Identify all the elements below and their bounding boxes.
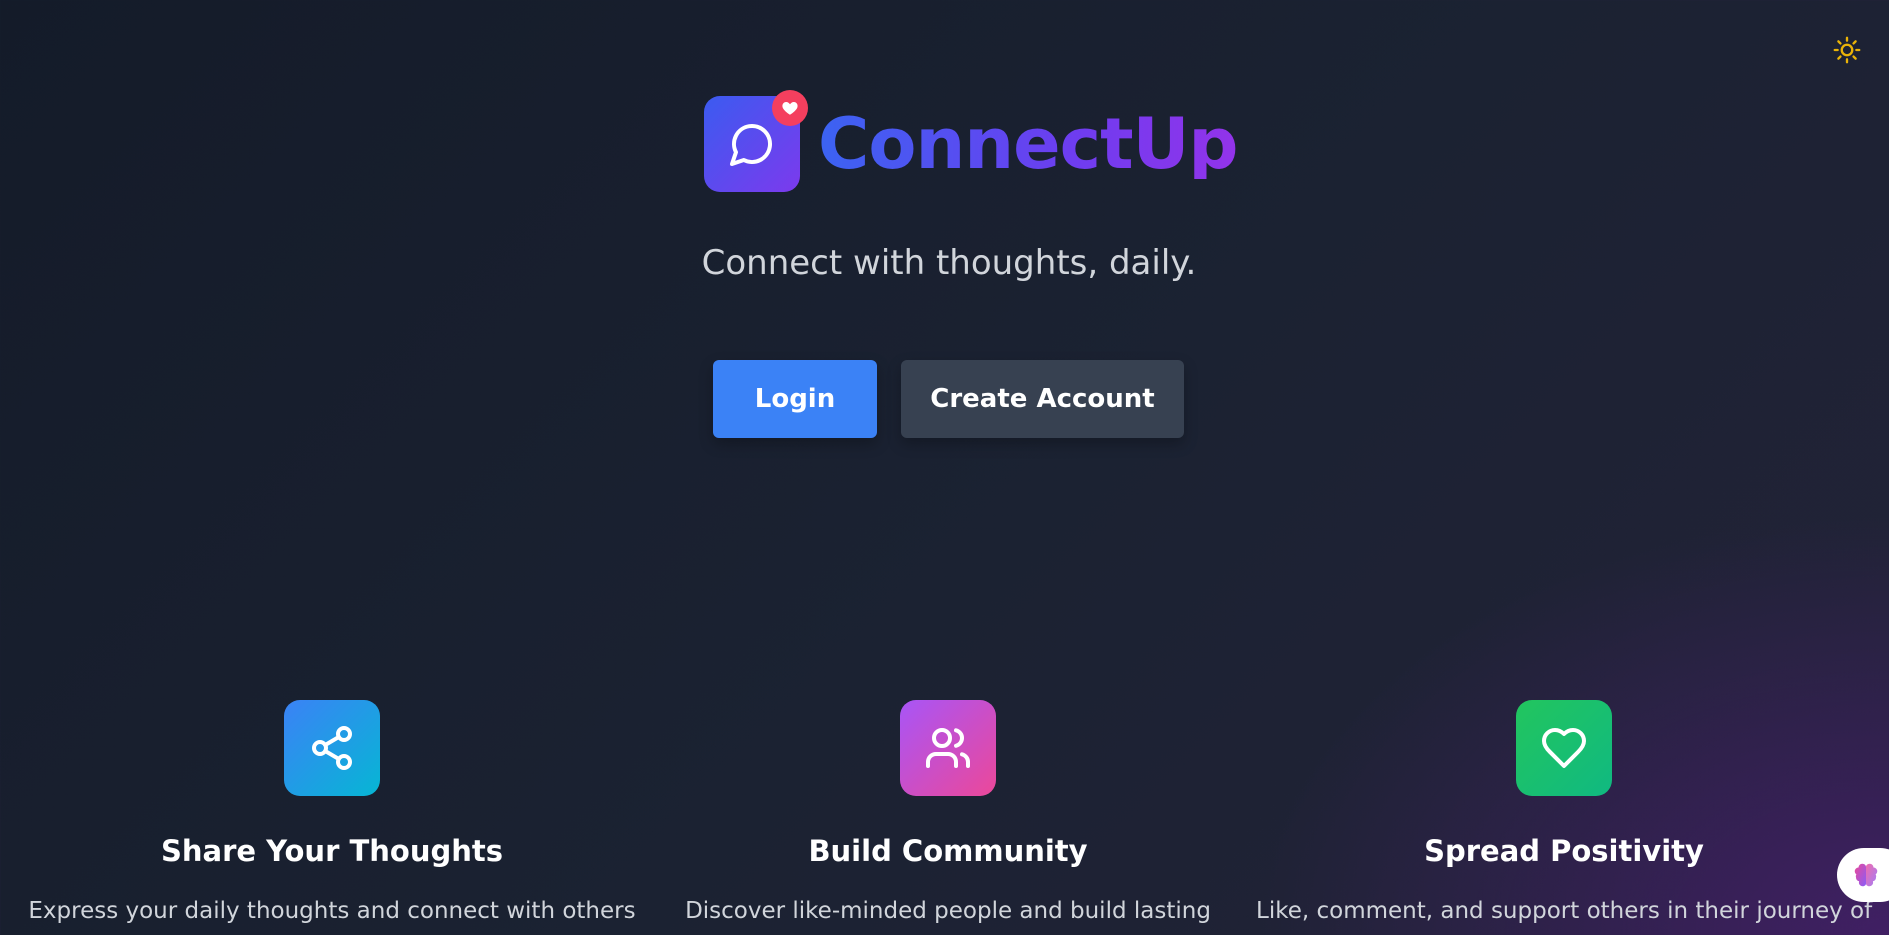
brand: ConnectUp [704, 90, 1239, 192]
feature-title: Spread Positivity [1424, 834, 1704, 868]
feature-description: Express your daily thoughts and connect … [28, 898, 636, 924]
users-icon [926, 728, 970, 768]
brand-name: ConnectUp [818, 103, 1239, 185]
heart-icon [782, 102, 798, 115]
logo-badge [772, 90, 808, 126]
feature-title: Build Community [808, 834, 1088, 868]
heart-icon [1542, 728, 1586, 768]
tagline: Connect with thoughts, daily. [701, 243, 1197, 283]
feature-description: Discover like-minded people and build la… [685, 898, 1211, 924]
create-account-button[interactable]: Create Account [901, 360, 1184, 438]
theme-toggle-button[interactable] [1832, 35, 1862, 65]
share-icon [312, 726, 352, 770]
brain-icon [1854, 863, 1878, 887]
feature-description: Like, comment, and support others in the… [1256, 898, 1873, 924]
feature-icon-box [900, 700, 996, 796]
login-button[interactable]: Login [713, 360, 877, 438]
feature-build-community: Build Community Discover like-minded peo… [640, 700, 1256, 924]
sun-icon [1833, 36, 1861, 64]
chat-bubble-icon [730, 124, 772, 166]
feature-share-thoughts: Share Your Thoughts Express your daily t… [24, 700, 640, 924]
app-logo [704, 90, 808, 192]
feature-title: Share Your Thoughts [161, 834, 503, 868]
feature-icon-box [284, 700, 380, 796]
feature-icon-box [1516, 700, 1612, 796]
feature-spread-positivity: Spread Positivity Like, comment, and sup… [1256, 700, 1872, 924]
assistant-widget-button[interactable] [1837, 848, 1889, 902]
